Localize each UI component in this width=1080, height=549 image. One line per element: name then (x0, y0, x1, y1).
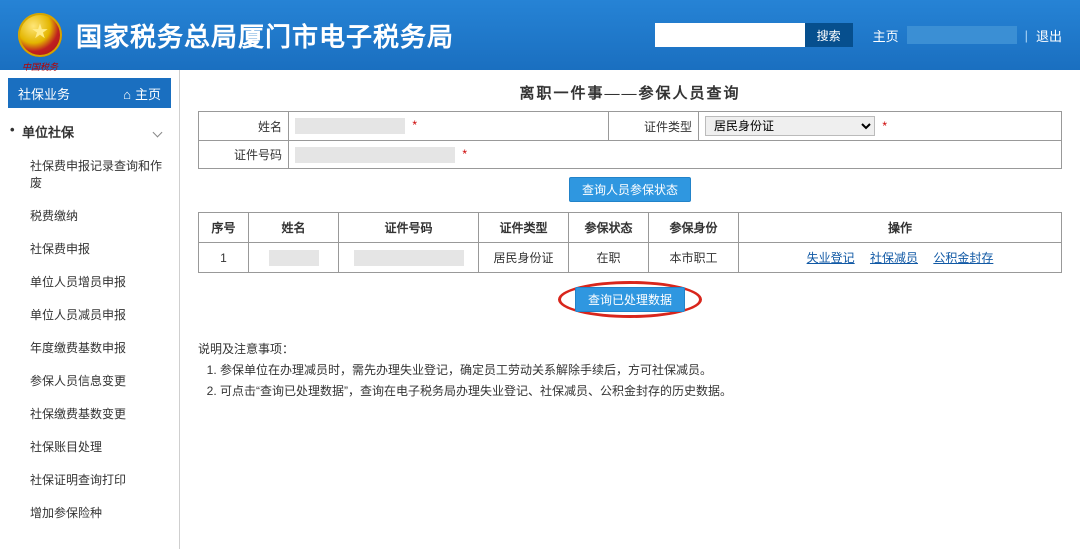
name-label: 姓名 (199, 112, 289, 141)
cell-status: 在职 (569, 243, 649, 273)
notes-title: 说明及注意事项： (198, 340, 1062, 357)
sidebar-top-label: 社保业务 (18, 84, 70, 103)
sidebar-group-unit-social[interactable]: 单位社保 (0, 114, 179, 149)
sidebar-item-1[interactable]: 税费缴纳 (0, 199, 179, 232)
notes-section: 说明及注意事项： 参保单位在办理减员时，需先办理失业登记，确定员工劳动关系解除手… (198, 340, 1062, 399)
action-row-2: 查询已处理数据 (198, 273, 1062, 328)
note-2: 可点击“查询已处理数据”，查询在电子税务局办理失业登记、社保减员、公积金封存的历… (220, 382, 1062, 399)
sidebar-item-2[interactable]: 社保费申报 (0, 232, 179, 265)
name-cell: * (289, 112, 609, 141)
th-idnum: 证件号码 (339, 213, 479, 243)
sidebar: 社保业务 主页 单位社保 社保费申报记录查询和作废 税费缴纳 社保费申报 单位人… (0, 70, 180, 549)
user-name-placeholder (907, 26, 1017, 44)
th-ops: 操作 (739, 213, 1062, 243)
sidebar-top: 社保业务 主页 (8, 78, 171, 108)
th-idtype: 证件类型 (479, 213, 569, 243)
highlight-circle: 查询已处理数据 (558, 281, 702, 318)
idnum-input[interactable] (295, 147, 455, 163)
op-fund-seal[interactable]: 公积金封存 (933, 251, 993, 265)
th-status: 参保状态 (569, 213, 649, 243)
chevron-down-icon (154, 124, 167, 139)
sidebar-item-4[interactable]: 单位人员减员申报 (0, 298, 179, 331)
required-mark: * (462, 147, 467, 161)
masked-name (269, 250, 319, 266)
op-social-reduce[interactable]: 社保减员 (870, 251, 918, 265)
header-links: 主页 | 退出 (873, 26, 1062, 45)
th-seq: 序号 (199, 213, 249, 243)
divider: | (1025, 28, 1028, 43)
note-1: 参保单位在办理减员时，需先办理失业登记，确定员工劳动关系解除手续后，方可社保减员… (220, 361, 1062, 378)
query-status-button[interactable]: 查询人员参保状态 (569, 177, 691, 202)
search-input[interactable] (655, 23, 805, 47)
main-content: 离职一件事——参保人员查询 姓名 * 证件类型 居民身份证 * 证件号码 (180, 70, 1080, 549)
required-mark: * (412, 118, 417, 132)
emblem-icon (18, 13, 62, 57)
cell-identity: 本市职工 (649, 243, 739, 273)
page-title: 离职一件事——参保人员查询 (198, 82, 1062, 103)
sidebar-item-10[interactable]: 增加参保险种 (0, 496, 179, 529)
cell-name (249, 243, 339, 273)
required-mark: * (882, 119, 887, 133)
sidebar-home-link[interactable]: 主页 (123, 84, 161, 103)
cell-seq: 1 (199, 243, 249, 273)
sidebar-item-7[interactable]: 社保缴费基数变更 (0, 397, 179, 430)
sidebar-item-6[interactable]: 参保人员信息变更 (0, 364, 179, 397)
idnum-label: 证件号码 (199, 141, 289, 169)
home-link[interactable]: 主页 (873, 26, 899, 45)
cell-idnum (339, 243, 479, 273)
app-title: 国家税务总局厦门市电子税务局 (76, 17, 655, 54)
sidebar-item-8[interactable]: 社保账目处理 (0, 430, 179, 463)
idnum-cell: * (289, 141, 1062, 169)
op-unemploy-register[interactable]: 失业登记 (807, 251, 855, 265)
cell-ops: 失业登记 社保减员 公积金封存 (739, 243, 1062, 273)
sidebar-group-label: 单位社保 (22, 122, 74, 141)
query-processed-button[interactable]: 查询已处理数据 (575, 287, 685, 312)
th-identity: 参保身份 (649, 213, 739, 243)
idtype-cell: 居民身份证 * (699, 112, 1062, 141)
sidebar-item-3[interactable]: 单位人员增员申报 (0, 265, 179, 298)
th-name: 姓名 (249, 213, 339, 243)
result-table: 序号 姓名 证件号码 证件类型 参保状态 参保身份 操作 1 居民身份证 在职 … (198, 212, 1062, 273)
action-row-1: 查询人员参保状态 (198, 169, 1062, 212)
header-bar: 国家税务总局厦门市电子税务局 搜索 主页 | 退出 (0, 0, 1080, 70)
idtype-select[interactable]: 居民身份证 (705, 116, 875, 136)
masked-idnum (354, 250, 464, 266)
logout-link[interactable]: 退出 (1036, 26, 1062, 45)
sidebar-item-0[interactable]: 社保费申报记录查询和作废 (0, 149, 179, 199)
sidebar-item-5[interactable]: 年度缴费基数申报 (0, 331, 179, 364)
sidebar-item-9[interactable]: 社保证明查询打印 (0, 463, 179, 496)
idtype-label: 证件类型 (609, 112, 699, 141)
query-form: 姓名 * 证件类型 居民身份证 * 证件号码 * (198, 111, 1062, 169)
header-search: 搜索 (655, 23, 853, 47)
table-row: 1 居民身份证 在职 本市职工 失业登记 社保减员 公积金封存 (199, 243, 1062, 273)
search-button[interactable]: 搜索 (805, 23, 853, 47)
name-input[interactable] (295, 118, 405, 134)
cell-idtype: 居民身份证 (479, 243, 569, 273)
